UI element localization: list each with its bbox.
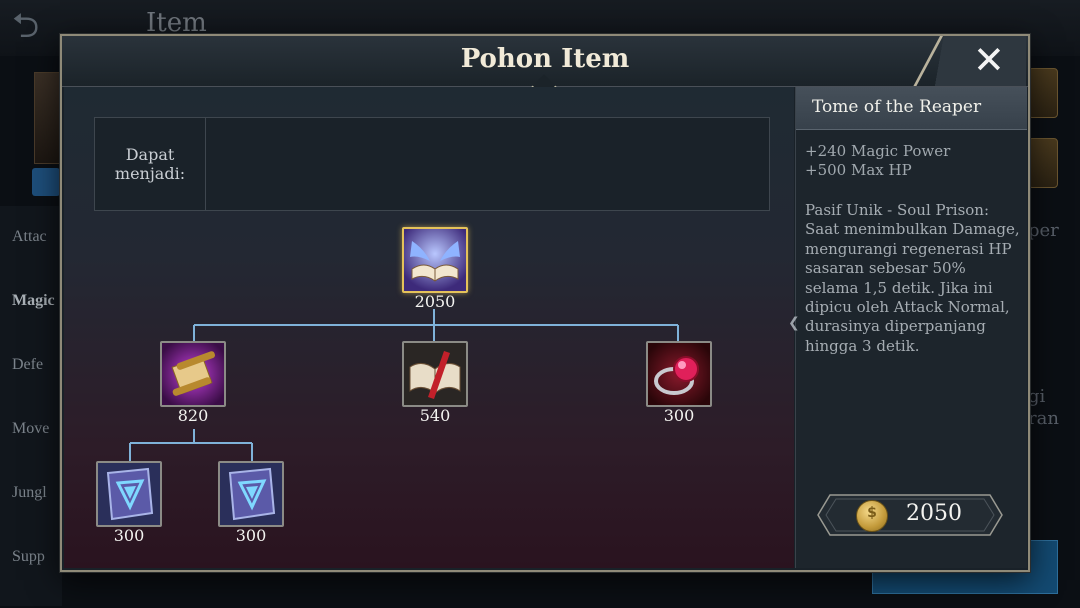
background-text: per — [1028, 220, 1059, 241]
background-item-thumb[interactable] — [1028, 68, 1058, 118]
background-category-item[interactable]: Jungl — [12, 484, 47, 502]
background-category-item[interactable]: Attac — [12, 228, 47, 246]
item-price: 300 — [663, 406, 695, 425]
total-price-value: 2050 — [906, 501, 962, 526]
gold-coin-icon: $ — [856, 500, 888, 532]
tree-node-child[interactable]: 820 — [160, 341, 226, 425]
background-category-item[interactable]: Defe — [12, 356, 43, 374]
item-price: 300 — [113, 526, 145, 545]
close-icon[interactable]: ✕ — [973, 37, 1005, 83]
winged-book-icon[interactable] — [402, 227, 468, 293]
close-button[interactable]: ✕ — [918, 36, 1026, 86]
dialog-header: Pohon Item ✕ — [62, 36, 1028, 100]
background-blue-button[interactable] — [32, 168, 60, 196]
magic-scroll-icon[interactable] — [160, 341, 226, 407]
tree-node-child[interactable]: 540 — [402, 341, 468, 425]
item-price: 2050 — [414, 292, 456, 311]
background-item-thumb[interactable] — [1028, 138, 1058, 188]
item-price: 300 — [235, 526, 267, 545]
background-category-item[interactable]: Supp — [12, 548, 45, 566]
mystery-codex-icon[interactable] — [218, 461, 284, 527]
background-category-item[interactable]: Move — [12, 420, 49, 438]
caret-left-icon: ❮ — [788, 315, 800, 331]
background-text: gi — [1028, 386, 1046, 407]
tree-connector-lines — [129, 309, 679, 461]
item-stats: +240 Magic Power +500 Max HP — [805, 142, 1020, 180]
item-total-price: $ 2050 — [816, 493, 1004, 537]
item-stat-line: +500 Max HP — [805, 161, 912, 179]
item-stat-line: +240 Magic Power — [805, 142, 951, 160]
mystery-codex-icon[interactable] — [96, 461, 162, 527]
item-name-tab: Tome of the Reaper — [796, 87, 1027, 130]
item-tree-panel: Dapat menjadi: 2050 820 540 300 300 300 — [64, 87, 794, 568]
background-category-sidebar — [0, 206, 62, 606]
item-passive-description: Pasif Unik - Soul Prison: Saat menimbulk… — [805, 201, 1020, 355]
open-book-icon[interactable] — [402, 341, 468, 407]
item-price: 820 — [177, 406, 209, 425]
background-text: ran — [1028, 408, 1059, 429]
item-price: 540 — [419, 406, 451, 425]
background-category-item[interactable]: Magic — [12, 292, 55, 310]
tree-node-root[interactable]: 2050 — [402, 227, 468, 311]
item-detail-panel: ❮ Tome of the Reaper +240 Magic Power +5… — [788, 87, 1027, 568]
tree-node-grandchild[interactable]: 300 — [218, 461, 284, 545]
background-hero-portrait — [34, 72, 62, 164]
tree-node-grandchild[interactable]: 300 — [96, 461, 162, 545]
dialog-title: Pohon Item — [460, 44, 630, 74]
tree-node-child[interactable]: 300 — [646, 341, 712, 425]
item-tree-dialog: Pohon Item ✕ Dapat menjadi: 2050 820 540… — [60, 34, 1030, 572]
ruby-ring-icon[interactable] — [646, 341, 712, 407]
item-name: Tome of the Reaper — [812, 97, 982, 117]
